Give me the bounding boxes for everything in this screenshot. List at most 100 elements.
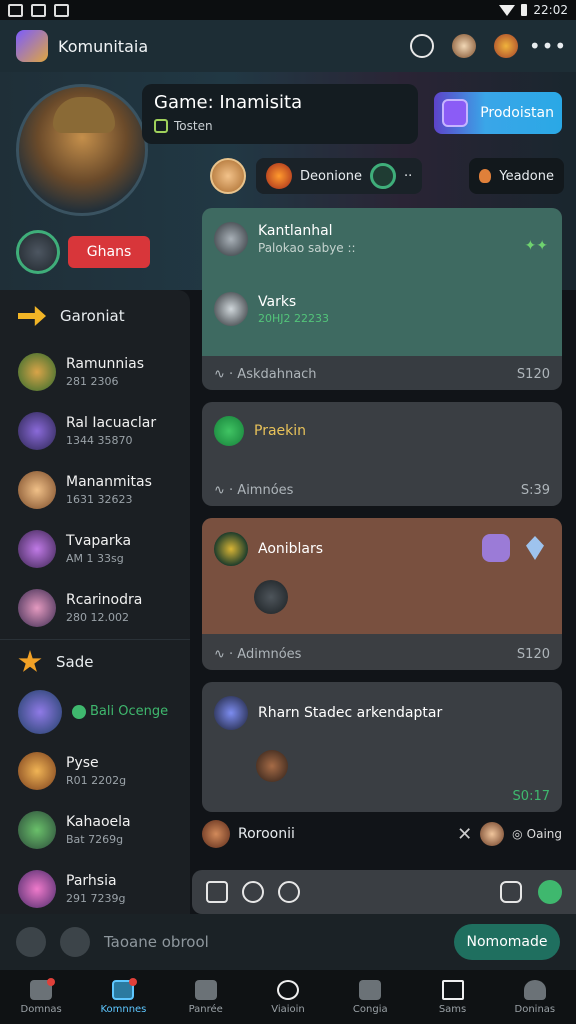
avatar — [214, 222, 248, 256]
sidebar-item[interactable]: Ral Iacuaclar 1344 35870 — [0, 401, 190, 460]
config-button[interactable]: ◎ Oaing — [512, 827, 562, 841]
nav-item-view[interactable]: Viaioin — [252, 979, 324, 1015]
sidebar-item[interactable]: Tvaparka AM 1 33sg — [0, 519, 190, 578]
wifi-icon — [499, 4, 516, 16]
sidebar-section-label: Sade — [56, 653, 94, 671]
sidebar-item[interactable]: Parhsia 291 7239g — [0, 859, 190, 918]
message-author: Aoniblars — [258, 541, 324, 557]
avatar — [18, 751, 56, 790]
sidebar-header[interactable]: Garoniat — [0, 290, 190, 342]
status-pill[interactable]: Deonione ·· — [256, 158, 423, 194]
sidebar-item-meta: 291 7239g — [66, 891, 126, 905]
close-icon[interactable]: ✕ — [457, 824, 472, 845]
card-footer: ∿ · Askdahnach S120 — [214, 367, 550, 382]
filter-pill-label: Yeadone — [499, 168, 554, 184]
sidebar-item-meta: 281 2306 — [66, 374, 119, 388]
status-pill-row: Deonione ·· Yeadone — [210, 156, 564, 196]
bottom-nav: Domnas Komnnes Panrée Viaioin Congia Sam… — [0, 970, 576, 1024]
avatar — [480, 822, 505, 846]
change-button[interactable]: Ghans — [68, 236, 150, 268]
emoji-icon[interactable] — [278, 881, 300, 903]
hero-character-avatar — [16, 84, 148, 216]
sidebar-item-name: Bali Ocenge — [90, 704, 169, 719]
sidebar-item[interactable]: Mananmitas 1631 32623 — [0, 460, 190, 519]
nav-label: Viaioin — [271, 1003, 305, 1015]
avatar — [18, 810, 56, 849]
sidebar-item[interactable]: Ramunnias 281 2306 — [0, 342, 190, 401]
footer-label: Adimnóes — [237, 647, 302, 662]
user-avatar[interactable] — [16, 230, 60, 274]
lock-icon[interactable] — [500, 881, 522, 903]
game-subtitle: Tosten — [174, 119, 213, 133]
sidebar-section-header[interactable]: Sade — [0, 642, 190, 682]
sidebar-item-meta: 280 12.002 — [66, 610, 129, 624]
nav-item-panel[interactable]: Panrée — [170, 979, 242, 1015]
attach-icon[interactable] — [16, 927, 46, 957]
message-input[interactable]: Taoane obrool — [104, 933, 209, 951]
nav-item-config[interactable]: Congia — [334, 979, 406, 1015]
game-title: Game: Inamisita — [154, 92, 303, 113]
reply-name: Roroonii — [238, 826, 295, 842]
footer-label: Askdahnach — [237, 367, 317, 382]
sidebar-item[interactable]: Pyse R01 2202g — [0, 741, 190, 800]
member-avatar[interactable] — [210, 158, 246, 194]
gem-icon — [214, 416, 244, 446]
reaction-icon[interactable] — [482, 534, 510, 562]
profile-avatar-icon[interactable] — [452, 34, 476, 58]
avatar — [214, 292, 248, 326]
refresh-circle-icon — [370, 163, 397, 189]
avatar — [202, 820, 230, 848]
sidebar-item-meta: 1631 32623 — [66, 492, 133, 506]
avatar — [18, 689, 62, 734]
chat-message: Rharn Stadec arkendaptar — [214, 696, 550, 730]
chat-card[interactable]: Rharn Stadec arkendaptar S0:17 — [202, 682, 562, 812]
sidebar-item[interactable]: Bali Ocenge — [0, 682, 190, 741]
sidebar-item-name: Parhsia — [66, 872, 117, 889]
sparkle-icon: ✦✦ — [524, 238, 548, 254]
sidebar-header-label: Garoniat — [60, 307, 125, 325]
circle-icon — [276, 979, 299, 1000]
nav-label: Doninas — [514, 1003, 556, 1015]
filter-pill[interactable]: Yeadone — [469, 158, 564, 194]
status-pill-label: Deonione — [300, 168, 363, 184]
camera-icon[interactable] — [206, 881, 228, 903]
footer-time: S:39 — [520, 483, 550, 498]
message-author: Praekin — [254, 423, 307, 439]
status-bar: 22:02 — [0, 0, 576, 20]
status-icons — [8, 3, 69, 17]
nav-item-profile[interactable]: Doninas — [499, 979, 571, 1015]
message-input-bar: Taoane obrool Nomomade — [0, 914, 576, 970]
avatar — [254, 580, 288, 614]
refresh-icon[interactable] — [410, 34, 434, 58]
square-icon — [441, 979, 464, 1000]
voice-icon[interactable] — [60, 927, 90, 957]
sidebar-item-meta: Bat 7269g — [66, 832, 124, 846]
chat-card[interactable]: Praekin ∿ · Aimnóes S:39 — [202, 402, 562, 506]
avatar — [256, 750, 288, 782]
card-footer: S0:17 — [214, 789, 550, 804]
more-options-icon[interactable]: ••• — [529, 34, 566, 58]
chat-card[interactable]: Aoniblars ∿ · Adimnóes S120 — [202, 518, 562, 670]
divider — [0, 639, 190, 640]
send-button[interactable]: Nomomade — [454, 924, 560, 960]
audio-icon[interactable] — [242, 881, 264, 903]
nav-item-home[interactable]: Domnas — [5, 977, 77, 1015]
sidebar-item[interactable]: Kahaoela Bat 7269g — [0, 800, 190, 859]
online-dot-icon — [72, 704, 86, 719]
character-avatar-icon[interactable] — [494, 34, 518, 58]
nav-label: Komnnes — [100, 1003, 147, 1015]
send-arrow-icon[interactable] — [538, 880, 562, 904]
nav-item-games[interactable]: Sams — [417, 979, 489, 1015]
sidebar-item-name: Pyse — [66, 754, 99, 771]
chat-icon — [54, 3, 69, 17]
cta-button[interactable]: Prodoistan — [434, 92, 562, 134]
message-text: Palokao sabye :: — [258, 241, 356, 255]
nav-item-community[interactable]: Komnnes — [87, 977, 159, 1015]
chat-card[interactable]: Kantlanhal Palokao sabye :: ✦✦ Varks 20HJ2… — [202, 208, 562, 390]
sidebar-item[interactable]: Rcarinodra 280 12.002 — [0, 578, 190, 637]
card-footer: ∿ · Aimnóes S:39 — [214, 483, 550, 498]
notification-badge — [47, 977, 56, 986]
sidebar-item-name: Rcarinodra — [66, 591, 143, 608]
reply-row: Roroonii ✕ ◎ Oaing — [202, 816, 562, 852]
sidebar-item-meta: R01 2202g — [66, 773, 127, 787]
